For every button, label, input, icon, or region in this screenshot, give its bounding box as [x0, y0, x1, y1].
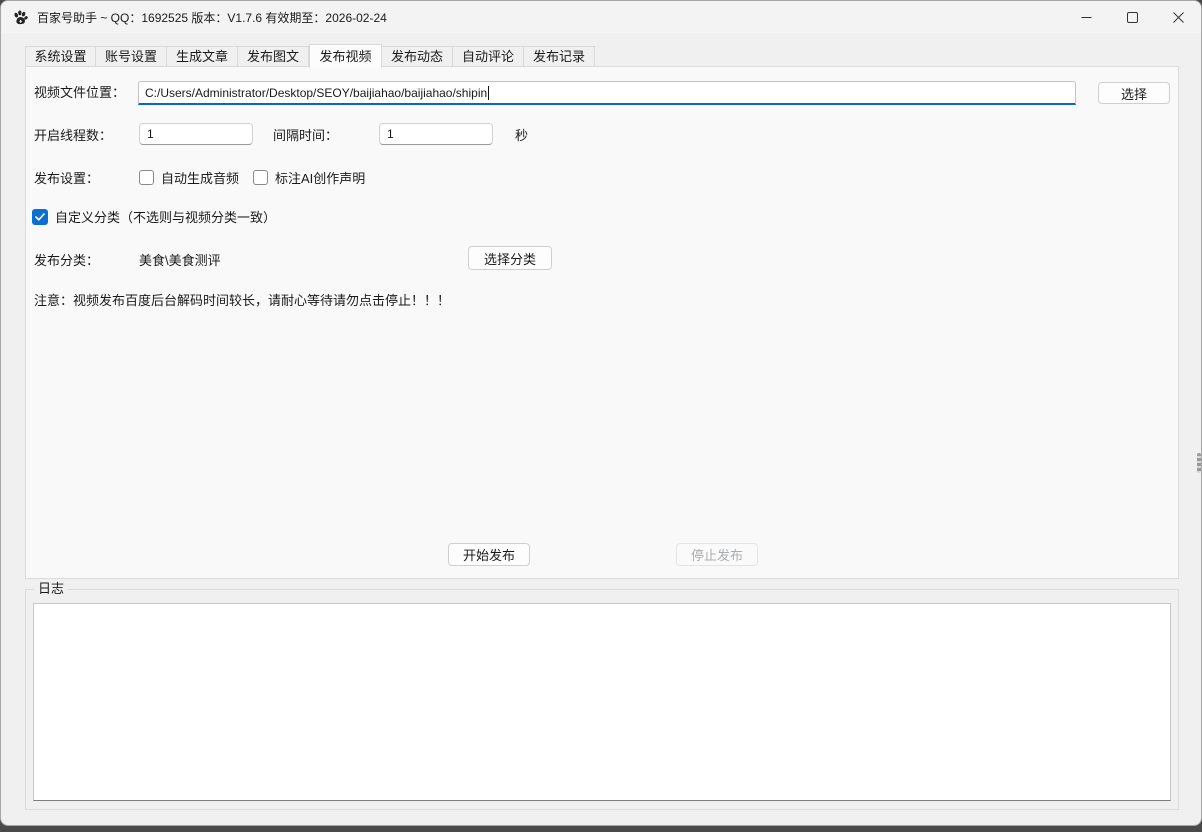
title-bar: 百家号助手 ~ QQ：1692525 版本：V1.7.6 有效期至：2026-0… — [1, 1, 1201, 33]
tab-system-settings[interactable]: 系统设置 — [25, 46, 96, 67]
log-textarea[interactable] — [33, 603, 1171, 801]
tab-strip: 系统设置 账号设置 生成文章 发布图文 发布视频 发布动态 自动评论 发布记录 — [25, 44, 595, 67]
notice-text: 注意：视频发布百度后台解码时间较长，请耐心等待请勿点击停止！！！ — [34, 293, 450, 309]
baidu-paw-icon — [12, 9, 29, 26]
publish-video-panel: 视频文件位置： C:/Users/Administrator/Desktop/S… — [25, 66, 1179, 579]
tab-account-settings[interactable]: 账号设置 — [96, 46, 167, 67]
start-publish-button[interactable]: 开始发布 — [448, 543, 530, 566]
checkbox-unchecked-icon — [253, 170, 268, 185]
close-icon[interactable] — [1155, 1, 1201, 33]
ai-statement-label: 标注AI创作声明 — [275, 168, 365, 187]
choose-category-button[interactable]: 选择分类 — [468, 246, 552, 270]
category-label: 发布分类： — [34, 253, 99, 269]
window-title: 百家号助手 ~ QQ：1692525 版本：V1.7.6 有效期至：2026-0… — [37, 9, 387, 26]
interval-label: 间隔时间： — [273, 128, 338, 144]
ai-statement-checkbox[interactable]: 标注AI创作声明 — [253, 168, 365, 187]
custom-category-label: 自定义分类（不选则与视频分类一致） — [55, 207, 276, 226]
interval-input[interactable] — [379, 123, 493, 145]
app-window: 百家号助手 ~ QQ：1692525 版本：V1.7.6 有效期至：2026-0… — [0, 0, 1202, 826]
browse-button[interactable]: 选择 — [1098, 82, 1170, 104]
scrollbar-thumb[interactable] — [1197, 453, 1201, 473]
checkbox-unchecked-icon — [139, 170, 154, 185]
tab-generate-article[interactable]: 生成文章 — [167, 46, 238, 67]
text-caret — [488, 86, 489, 100]
tab-publish-imagetext[interactable]: 发布图文 — [238, 46, 309, 67]
tab-publish-video[interactable]: 发布视频 — [309, 44, 382, 68]
threads-input[interactable] — [139, 123, 253, 145]
video-path-label: 视频文件位置： — [34, 85, 125, 101]
video-path-text: C:/Users/Administrator/Desktop/SEOY/baij… — [145, 86, 487, 100]
video-path-input[interactable]: C:/Users/Administrator/Desktop/SEOY/baij… — [138, 81, 1076, 105]
auto-audio-checkbox[interactable]: 自动生成音频 — [139, 168, 239, 187]
stop-publish-button[interactable]: 停止发布 — [676, 543, 758, 566]
threads-label: 开启线程数： — [34, 128, 112, 144]
interval-unit-label: 秒 — [515, 128, 528, 144]
custom-category-checkbox[interactable]: 自定义分类（不选则与视频分类一致） — [32, 207, 276, 226]
minimize-icon[interactable] — [1063, 1, 1109, 33]
checkbox-checked-icon — [32, 209, 48, 225]
category-value: 美食\美食测评 — [139, 253, 221, 269]
tab-publish-record[interactable]: 发布记录 — [524, 46, 595, 67]
auto-audio-label: 自动生成音频 — [161, 168, 239, 187]
maximize-icon[interactable] — [1109, 1, 1155, 33]
tab-auto-comment[interactable]: 自动评论 — [453, 46, 524, 67]
publish-settings-label: 发布设置： — [34, 171, 99, 187]
tab-publish-dynamic[interactable]: 发布动态 — [382, 46, 453, 67]
log-group-label: 日志 — [34, 581, 68, 597]
